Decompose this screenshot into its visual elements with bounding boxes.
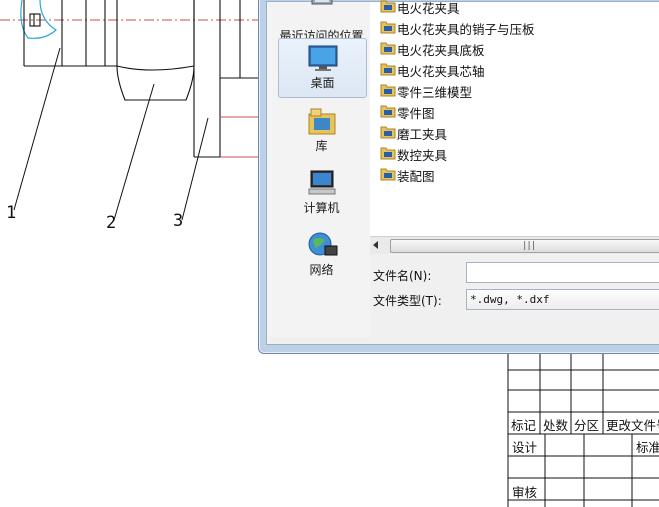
title-block-change-doc-header: 更改文件号	[606, 418, 659, 433]
folder-icon	[380, 84, 396, 97]
filetype-label: 文件类型(T):	[373, 294, 442, 308]
title-block-zone-header: 分区	[574, 418, 600, 433]
horizontal-scrollbar[interactable]: |||	[370, 236, 659, 254]
place-label: 计算机	[303, 201, 340, 215]
computer-icon	[308, 170, 336, 195]
place-label: 库	[315, 139, 328, 153]
folder-name: 电火花夹具	[397, 1, 460, 16]
balloon-label-1: 1	[6, 203, 17, 223]
place-desktop[interactable]: 桌面	[278, 38, 367, 98]
folder-name: 电火花夹具的销子与压板	[397, 22, 535, 37]
title-block-review-label: 审核	[512, 485, 538, 500]
libraries-icon	[308, 108, 336, 135]
folder-icon	[380, 0, 396, 13]
file-list: 电火花夹具 电火花夹具的销子与压板 电火花夹具底板 电火花夹具芯轴 零件三维模型…	[370, 0, 659, 247]
filetype-select[interactable]: *.dwg, *.dxf	[466, 289, 659, 310]
scroll-thumb[interactable]: |||	[390, 239, 659, 253]
folder-icon	[380, 21, 396, 34]
scroll-grip: |||	[522, 241, 536, 251]
folder-name: 电火花夹具芯轴	[397, 64, 485, 79]
filename-input[interactable]	[466, 262, 659, 283]
file-open-dialog: 最近访问的位置 桌面 库 计算机 网络 电火花夹具 电火花夹具的销子与压板 电火…	[258, 0, 659, 354]
network-icon	[308, 232, 338, 256]
place-computer[interactable]: 计算机	[278, 164, 365, 222]
folder-icon	[380, 42, 396, 55]
dialog-body: 最近访问的位置 桌面 库 计算机 网络 电火花夹具 电火花夹具的销子与压板 电火…	[266, 0, 659, 345]
folder-icon	[380, 63, 396, 76]
place-label: 桌面	[310, 76, 335, 90]
part-1-outline	[23, 0, 87, 67]
place-label: 网络	[309, 263, 334, 277]
scroll-left-arrow-icon[interactable]	[373, 241, 378, 249]
folder-name: 电火花夹具底板	[397, 43, 485, 58]
folder-icon	[380, 147, 396, 160]
place-libraries[interactable]: 库	[278, 102, 365, 160]
folder-icon	[380, 126, 396, 139]
folder-name: 磨工夹具	[397, 127, 448, 142]
leader-lines	[13, 47, 209, 221]
recent-places-icon	[311, 0, 333, 5]
red-hatch-lines	[220, 116, 258, 158]
part-2-hex-nut	[86, 0, 195, 101]
places-bar: 最近访问的位置 桌面 库 计算机 网络	[267, 0, 370, 337]
balloon-label-2: 2	[106, 213, 117, 233]
title-block-mark-header: 标记	[511, 418, 537, 433]
title-block-design-label: 设计	[512, 440, 538, 455]
folder-name: 数控夹具	[397, 148, 448, 163]
desktop-icon	[308, 45, 338, 71]
cyan-profile-curve	[20, 0, 57, 39]
folder-icon	[380, 105, 396, 118]
folder-icon	[380, 168, 396, 181]
folder-name: 装配图	[397, 169, 435, 184]
filename-label: 文件名(N):	[373, 269, 432, 283]
place-network[interactable]: 网络	[278, 226, 365, 284]
title-block-count-header: 处数	[543, 418, 569, 433]
folder-name: 零件图	[397, 106, 435, 121]
balloon-label-3: 3	[173, 211, 184, 231]
folder-name: 零件三维模型	[397, 85, 473, 100]
title-block-standard-label: 标准	[636, 440, 659, 455]
